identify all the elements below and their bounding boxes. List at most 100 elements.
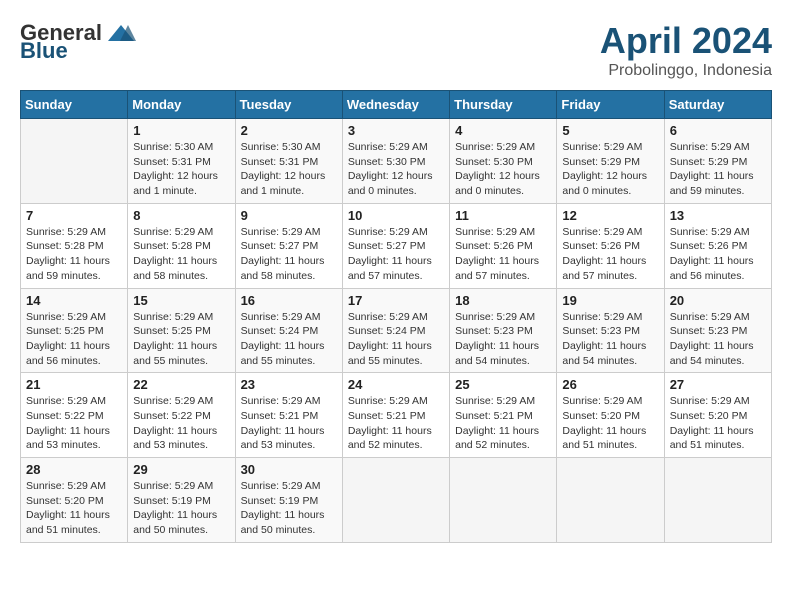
calendar-cell: 20 Sunrise: 5:29 AMSunset: 5:23 PMDayligh… [664, 288, 771, 373]
title-area: April 2024 Probolinggo, Indonesia [600, 20, 772, 80]
day-number: 13 [670, 208, 766, 223]
logo-blue-text: Blue [20, 38, 68, 64]
calendar-cell [342, 458, 449, 543]
day-info: Sunrise: 5:29 AMSunset: 5:22 PMDaylight:… [133, 394, 229, 453]
logo-icon [106, 23, 136, 43]
day-info: Sunrise: 5:29 AMSunset: 5:19 PMDaylight:… [241, 479, 337, 538]
calendar-cell: 15 Sunrise: 5:29 AMSunset: 5:25 PMDayligh… [128, 288, 235, 373]
calendar-cell: 25Sunrise: 5:29 AMSunset: 5:21 PMDayligh… [450, 373, 557, 458]
calendar-cell: 28Sunrise: 5:29 AMSunset: 5:20 PMDayligh… [21, 458, 128, 543]
calendar-cell: 22 Sunrise: 5:29 AMSunset: 5:22 PMDayligh… [128, 373, 235, 458]
day-number: 8 [133, 208, 229, 223]
day-number: 12 [562, 208, 658, 223]
day-info: Sunrise: 5:30 AMSunset: 5:31 PMDaylight:… [133, 140, 229, 199]
day-number: 20 [670, 293, 766, 308]
calendar-week-row: 21 Sunrise: 5:29 AMSunset: 5:22 PMDayligh… [21, 373, 772, 458]
calendar-cell: 3 Sunrise: 5:29 AMSunset: 5:30 PMDaylight… [342, 119, 449, 204]
day-number: 24 [348, 377, 444, 392]
day-number: 14 [26, 293, 122, 308]
day-number: 26 [562, 377, 658, 392]
day-number: 18 [455, 293, 551, 308]
day-info: Sunrise: 5:29 AMSunset: 5:23 PMDaylight:… [670, 310, 766, 369]
day-number: 7 [26, 208, 122, 223]
month-title: April 2024 [600, 20, 772, 62]
day-number: 6 [670, 123, 766, 138]
calendar-cell [450, 458, 557, 543]
day-info: Sunrise: 5:29 AMSunset: 5:27 PMDaylight:… [348, 225, 444, 284]
header-wednesday: Wednesday [342, 91, 449, 119]
day-info: Sunrise: 5:29 AMSunset: 5:29 PMDaylight:… [562, 140, 658, 199]
calendar-week-row: 28Sunrise: 5:29 AMSunset: 5:20 PMDayligh… [21, 458, 772, 543]
day-number: 16 [241, 293, 337, 308]
day-number: 19 [562, 293, 658, 308]
day-info: Sunrise: 5:29 AMSunset: 5:26 PMDaylight:… [455, 225, 551, 284]
calendar-cell: 16 Sunrise: 5:29 AMSunset: 5:24 PMDayligh… [235, 288, 342, 373]
header-friday: Friday [557, 91, 664, 119]
day-info: Sunrise: 5:29 AMSunset: 5:27 PMDaylight:… [241, 225, 337, 284]
calendar-cell: 4 Sunrise: 5:29 AMSunset: 5:30 PMDaylight… [450, 119, 557, 204]
calendar-body: 1 Sunrise: 5:30 AMSunset: 5:31 PMDaylight… [21, 119, 772, 543]
day-number: 25 [455, 377, 551, 392]
calendar-cell: 29 Sunrise: 5:29 AMSunset: 5:19 PMDayligh… [128, 458, 235, 543]
day-info: Sunrise: 5:29 AMSunset: 5:26 PMDaylight:… [562, 225, 658, 284]
day-number: 9 [241, 208, 337, 223]
day-info: Sunrise: 5:29 AMSunset: 5:23 PMDaylight:… [562, 310, 658, 369]
logo: General Blue [20, 20, 136, 64]
calendar-cell: 1 Sunrise: 5:30 AMSunset: 5:31 PMDaylight… [128, 119, 235, 204]
day-info: Sunrise: 5:29 AMSunset: 5:30 PMDaylight:… [455, 140, 551, 199]
calendar-cell: 2 Sunrise: 5:30 AMSunset: 5:31 PMDaylight… [235, 119, 342, 204]
day-number: 2 [241, 123, 337, 138]
calendar-cell: 19 Sunrise: 5:29 AMSunset: 5:23 PMDayligh… [557, 288, 664, 373]
calendar-week-row: 7 Sunrise: 5:29 AMSunset: 5:28 PMDaylight… [21, 203, 772, 288]
day-info: Sunrise: 5:29 AMSunset: 5:24 PMDaylight:… [241, 310, 337, 369]
day-number: 3 [348, 123, 444, 138]
day-number: 10 [348, 208, 444, 223]
day-number: 27 [670, 377, 766, 392]
calendar-cell: 13Sunrise: 5:29 AMSunset: 5:26 PMDayligh… [664, 203, 771, 288]
day-number: 17 [348, 293, 444, 308]
day-info: Sunrise: 5:29 AMSunset: 5:20 PMDaylight:… [562, 394, 658, 453]
day-info: Sunrise: 5:29 AMSunset: 5:19 PMDaylight:… [133, 479, 229, 538]
day-info: Sunrise: 5:29 AMSunset: 5:20 PMDaylight:… [670, 394, 766, 453]
day-number: 21 [26, 377, 122, 392]
header-row: SundayMondayTuesdayWednesdayThursdayFrid… [21, 91, 772, 119]
day-info: Sunrise: 5:29 AMSunset: 5:25 PMDaylight:… [26, 310, 122, 369]
calendar-week-row: 14 Sunrise: 5:29 AMSunset: 5:25 PMDayligh… [21, 288, 772, 373]
calendar-cell: 11Sunrise: 5:29 AMSunset: 5:26 PMDayligh… [450, 203, 557, 288]
day-info: Sunrise: 5:30 AMSunset: 5:31 PMDaylight:… [241, 140, 337, 199]
calendar-cell: 8 Sunrise: 5:29 AMSunset: 5:28 PMDaylight… [128, 203, 235, 288]
day-info: Sunrise: 5:29 AMSunset: 5:30 PMDaylight:… [348, 140, 444, 199]
day-number: 1 [133, 123, 229, 138]
day-number: 22 [133, 377, 229, 392]
day-info: Sunrise: 5:29 AMSunset: 5:21 PMDaylight:… [241, 394, 337, 453]
subtitle: Probolinggo, Indonesia [600, 62, 772, 80]
calendar-cell: 9 Sunrise: 5:29 AMSunset: 5:27 PMDaylight… [235, 203, 342, 288]
page-header: General Blue April 2024 Probolinggo, Ind… [20, 20, 772, 80]
day-info: Sunrise: 5:29 AMSunset: 5:25 PMDaylight:… [133, 310, 229, 369]
day-number: 30 [241, 462, 337, 477]
calendar-cell [557, 458, 664, 543]
calendar-cell [21, 119, 128, 204]
calendar-cell: 7 Sunrise: 5:29 AMSunset: 5:28 PMDaylight… [21, 203, 128, 288]
calendar-cell: 24 Sunrise: 5:29 AMSunset: 5:21 PMDayligh… [342, 373, 449, 458]
calendar-cell: 30 Sunrise: 5:29 AMSunset: 5:19 PMDayligh… [235, 458, 342, 543]
calendar-table: SundayMondayTuesdayWednesdayThursdayFrid… [20, 90, 772, 543]
calendar-cell: 21Sunrise: 5:29 AMSunset: 5:22 PMDayligh… [21, 373, 128, 458]
calendar-cell: 6 Sunrise: 5:29 AMSunset: 5:29 PMDaylight… [664, 119, 771, 204]
day-info: Sunrise: 5:29 AMSunset: 5:23 PMDaylight:… [455, 310, 551, 369]
day-number: 4 [455, 123, 551, 138]
calendar-cell: 12 Sunrise: 5:29 AMSunset: 5:26 PMDayligh… [557, 203, 664, 288]
day-info: Sunrise: 5:29 AMSunset: 5:29 PMDaylight:… [670, 140, 766, 199]
header-saturday: Saturday [664, 91, 771, 119]
day-info: Sunrise: 5:29 AMSunset: 5:24 PMDaylight:… [348, 310, 444, 369]
day-info: Sunrise: 5:29 AMSunset: 5:21 PMDaylight:… [348, 394, 444, 453]
calendar-week-row: 1 Sunrise: 5:30 AMSunset: 5:31 PMDaylight… [21, 119, 772, 204]
day-number: 29 [133, 462, 229, 477]
day-info: Sunrise: 5:29 AMSunset: 5:28 PMDaylight:… [26, 225, 122, 284]
day-number: 23 [241, 377, 337, 392]
day-number: 15 [133, 293, 229, 308]
calendar-cell [664, 458, 771, 543]
calendar-cell: 10 Sunrise: 5:29 AMSunset: 5:27 PMDayligh… [342, 203, 449, 288]
calendar-cell: 26 Sunrise: 5:29 AMSunset: 5:20 PMDayligh… [557, 373, 664, 458]
day-info: Sunrise: 5:29 AMSunset: 5:28 PMDaylight:… [133, 225, 229, 284]
